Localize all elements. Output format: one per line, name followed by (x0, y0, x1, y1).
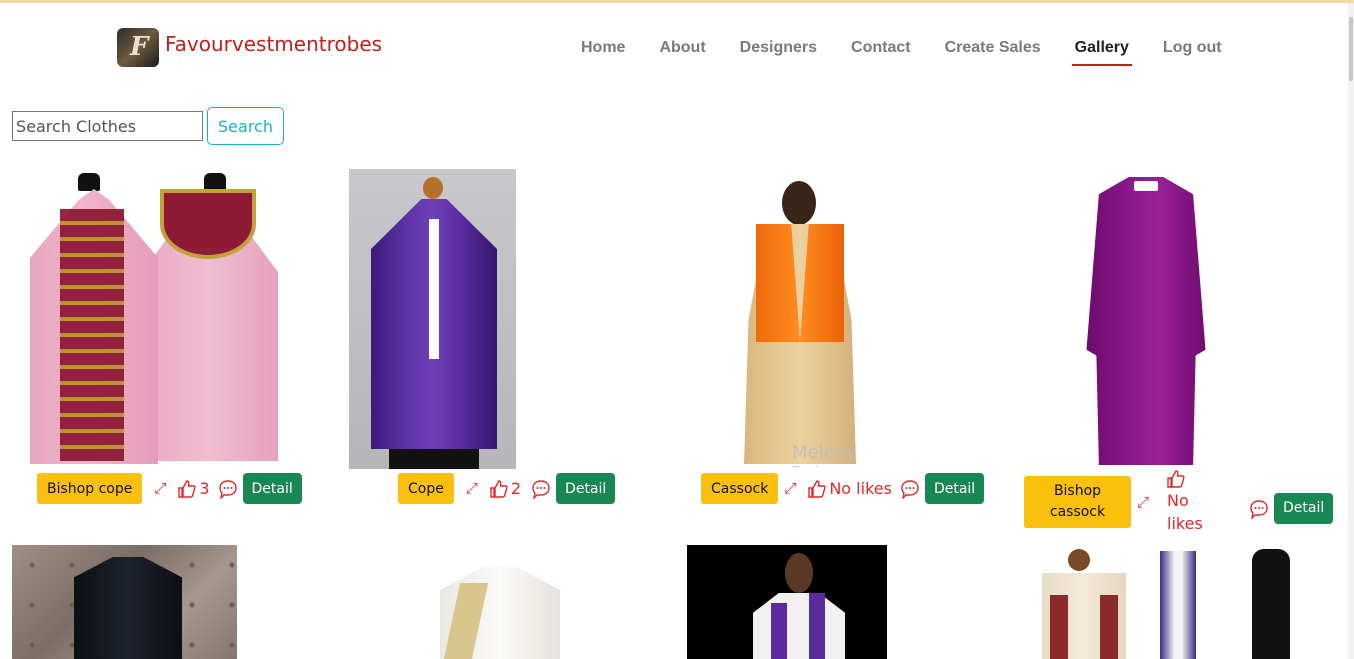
like-button[interactable]: No likes (808, 479, 892, 499)
cope-orphrey (60, 209, 124, 461)
nav-designers[interactable]: Designers (723, 39, 834, 67)
white-cassock (753, 593, 845, 659)
white-robe-model (1160, 551, 1196, 659)
product-actions: Cassock ⤢ No likes Detail (701, 473, 985, 504)
clerical-collar (1134, 181, 1158, 191)
nav-gallery[interactable]: Gallery (1058, 39, 1146, 67)
scrollbar-thumb[interactable] (1349, 17, 1353, 81)
detail-button[interactable]: Detail (242, 473, 302, 504)
product-image[interactable] (687, 545, 887, 659)
mannequin-head (423, 177, 443, 199)
thumbs-up-icon (808, 479, 826, 498)
product-actions: Cope ⤢ 2 Detail (398, 473, 616, 504)
product-card (12, 545, 237, 659)
black-cassock (74, 557, 182, 659)
cope-hood (160, 189, 256, 259)
vestment-band (1050, 595, 1068, 659)
like-count: No likes (829, 478, 892, 498)
product-actions: Bishop cassock ⤢ No likes Detail (1024, 469, 1338, 535)
purple-stole (809, 593, 825, 659)
like-count: No likes (1167, 491, 1203, 533)
product-name-tag[interactable]: Cope (398, 473, 454, 504)
detail-button[interactable]: Detail (924, 473, 985, 504)
brand[interactable]: Favourvestmentrobes (117, 28, 382, 67)
thumbs-up-icon (1167, 470, 1185, 488)
mannequin-head (1068, 549, 1090, 571)
expand-icon[interactable]: ⤢ (154, 480, 166, 497)
vestment-band (1100, 595, 1118, 659)
comment-icon[interactable] (218, 479, 238, 499)
product-card (400, 545, 600, 659)
product-card (1024, 169, 1324, 469)
expand-icon[interactable]: ⤢ (1137, 494, 1149, 511)
search-input[interactable] (12, 111, 203, 141)
mannequin-neck (78, 173, 100, 191)
product-actions: Bishop cope ⤢ 3 Detail (37, 473, 302, 504)
product-card: Melody Robes (686, 169, 986, 469)
like-button[interactable]: No likes (1167, 469, 1217, 535)
search-button[interactable]: Search (207, 107, 284, 145)
model-head (782, 181, 816, 225)
purple-stole (771, 603, 787, 659)
brand-logo[interactable] (117, 28, 159, 67)
product-card (1024, 545, 1324, 659)
product-image[interactable] (1024, 545, 1324, 659)
product-card (349, 169, 649, 469)
expand-icon[interactable]: ⤢ (784, 480, 796, 497)
product-card (687, 545, 887, 659)
detail-button[interactable]: Detail (556, 473, 616, 504)
comment-icon[interactable] (1249, 499, 1269, 519)
product-image[interactable] (12, 545, 237, 659)
expand-icon[interactable]: ⤢ (466, 480, 478, 497)
nav-contact[interactable]: Contact (834, 39, 928, 67)
thumbs-up-icon (490, 479, 508, 498)
search-bar: Search (12, 107, 284, 145)
product-card (12, 169, 312, 469)
nav-log-out[interactable]: Log out (1146, 39, 1239, 67)
product-name-tag[interactable]: Bishop cassock (1024, 476, 1131, 528)
nav-create-sales[interactable]: Create Sales (928, 39, 1058, 67)
brand-name[interactable]: Favourvestmentrobes (165, 32, 382, 56)
comment-icon[interactable] (900, 479, 920, 499)
like-button[interactable]: 2 (490, 479, 521, 499)
image-watermark: Melody Robes (792, 442, 857, 467)
product-image[interactable] (12, 169, 280, 467)
product-image[interactable]: Melody Robes (686, 169, 916, 467)
black-robe-model (1252, 549, 1290, 659)
nav-about[interactable]: About (642, 39, 722, 67)
bishop-cassock (1086, 177, 1206, 465)
model-head (785, 553, 813, 593)
thumbs-up-icon (178, 479, 196, 498)
mannequin-base (389, 449, 479, 469)
detail-button[interactable]: Detail (1274, 492, 1334, 524)
site-header: Favourvestmentrobes Home About Designers… (0, 3, 1348, 93)
product-image[interactable] (349, 169, 516, 469)
product-name-tag[interactable]: Bishop cope (37, 473, 143, 504)
cope-front-strip (429, 219, 439, 359)
comment-icon[interactable] (531, 479, 551, 499)
page-scrollbar[interactable] (1348, 3, 1354, 659)
like-count: 2 (510, 478, 522, 498)
product-image[interactable] (1024, 169, 1274, 467)
nav-home[interactable]: Home (564, 39, 642, 67)
like-count: 3 (199, 478, 210, 498)
product-image[interactable] (400, 545, 600, 659)
main-nav: Home About Designers Contact Create Sale… (564, 39, 1239, 67)
like-button[interactable]: 3 (178, 478, 210, 499)
product-name-tag[interactable]: Cassock (701, 473, 779, 504)
